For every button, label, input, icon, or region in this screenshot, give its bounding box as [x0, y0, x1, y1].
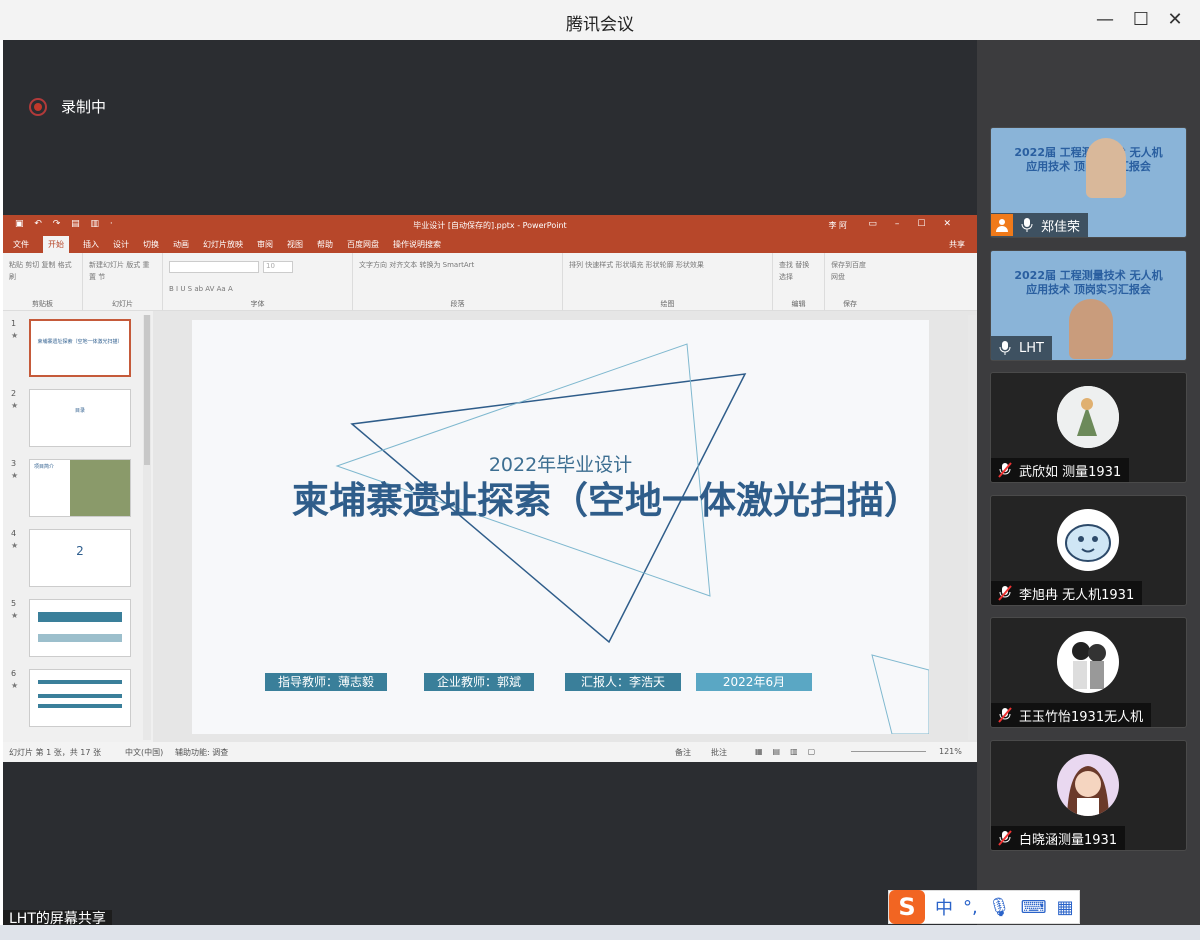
zoom-slider[interactable]	[851, 751, 926, 752]
view-buttons[interactable]: ▦▤▥▢	[755, 747, 825, 756]
menu-file[interactable]: 文件	[13, 239, 29, 250]
ppt-titlebar: ▣ ↶ ↷ ▤ ▥ · 毕业设计 [自动保存的].pptx - PowerPoi…	[3, 215, 977, 235]
ppt-workarea: 1 ★ 束埔寨遗址探索（空地一体激光扫描） 2 ★ 目录 3 ★ 项目简介 4 ★ 2 …	[3, 311, 977, 742]
ribbon-group-save[interactable]: 保存到百度网盘 保存	[825, 253, 875, 311]
muted-microphone-icon	[997, 585, 1013, 601]
screen-share-label[interactable]: LHT的屏幕共享	[3, 910, 112, 925]
ppt-menu-bar: 文件 开始 插入 设计 切换 动画 幻灯片放映 审阅 视图 帮助 百度网盘 操作…	[3, 235, 977, 253]
avatar	[1057, 386, 1119, 448]
menu-help[interactable]: 帮助	[317, 239, 333, 250]
avatar	[1057, 754, 1119, 816]
host-icon	[991, 214, 1013, 236]
slide-tag: 2022年6月	[696, 673, 812, 691]
notes-button[interactable]: 备注	[675, 747, 691, 758]
ribbon-group-drawing[interactable]: 排列 快速样式 形状填充 形状轮廓 形状效果 绘图	[563, 253, 773, 311]
muted-microphone-icon	[997, 830, 1013, 846]
slide-tag: 企业教师：郭斌	[424, 673, 534, 691]
powerpoint-window: ▣ ↶ ↷ ▤ ▥ · 毕业设计 [自动保存的].pptx - PowerPoi…	[3, 215, 977, 762]
participant-tile[interactable]: 2022届 工程测量技术 无人机应用技术 顶岗实习汇报会 郑佳荣	[990, 127, 1187, 238]
menu-view[interactable]: 视图	[287, 239, 303, 250]
window-titlebar: 腾讯会议 — ☐ ✕	[0, 0, 1200, 40]
participant-video	[1069, 299, 1113, 359]
participant-tile[interactable]: 李旭冉 无人机1931	[990, 495, 1187, 606]
participant-name: 王玉竹怡1931无人机	[1019, 709, 1144, 725]
avatar	[1057, 509, 1119, 571]
menu-animations[interactable]: 动画	[173, 239, 189, 250]
avatar	[1057, 631, 1119, 693]
zoom-level[interactable]: 121%	[939, 747, 962, 756]
microphone-icon	[1019, 217, 1035, 233]
slide-thumbnails: 1 ★ 束埔寨遗址探索（空地一体激光扫描） 2 ★ 目录 3 ★ 项目简介 4 ★ 2 …	[3, 311, 153, 742]
ppt-share-button[interactable]: 共享	[949, 239, 965, 250]
participant-tile[interactable]: 王玉竹怡1931无人机	[990, 617, 1187, 728]
participant-panel: 2022届 工程测量技术 无人机应用技术 顶岗实习汇报会 郑佳荣 2022届 工…	[977, 40, 1200, 925]
share-label: LHT的屏幕共享	[9, 911, 106, 925]
font-size-box[interactable]: 10	[263, 261, 293, 273]
slide-subtitle: 2022年毕业设计	[488, 454, 633, 476]
shared-screen-area: 录制中 ▣ ↶ ↷ ▤ ▥ · 毕业设计 [自动保存的].pptx - Powe…	[3, 40, 977, 925]
slide-tag: 指导教师：薄志毅	[265, 673, 387, 691]
muted-microphone-icon	[997, 462, 1013, 478]
taskbar	[0, 925, 1200, 940]
menu-insert[interactable]: 插入	[83, 239, 99, 250]
ppt-ribbon: 粘贴 剪切 复制 格式刷 剪贴板 新建幻灯片 版式 重置 节 幻灯片 10 B …	[3, 253, 977, 311]
apps-icon[interactable]: ▦	[1057, 897, 1074, 918]
participant-tile[interactable]: 武欣如 测量1931	[990, 372, 1187, 483]
comments-button[interactable]: 批注	[711, 747, 727, 758]
slide-count: 幻灯片 第 1 张，共 17 张	[9, 748, 101, 757]
ppt-status-bar: 幻灯片 第 1 张，共 17 张 中文(中国) 辅助功能: 调查 备注 批注 ▦…	[3, 742, 977, 762]
participant-name: LHT	[1019, 340, 1044, 356]
menu-baidu[interactable]: 百度网盘	[347, 239, 379, 250]
language-status[interactable]: 中文(中国)	[125, 747, 163, 758]
menu-search[interactable]: 操作说明搜索	[393, 239, 441, 250]
microphone-icon[interactable]: 🎙	[988, 897, 1011, 918]
participant-name: 郑佳荣	[1041, 219, 1081, 235]
slide-title: 柬埔寨遗址探索（空地一体激光扫描）	[292, 479, 921, 522]
recording-label: 录制中	[61, 98, 107, 116]
muted-microphone-icon	[997, 707, 1013, 723]
sogou-logo-icon: S	[889, 890, 925, 924]
ime-punct[interactable]: °,	[963, 897, 978, 918]
microphone-icon	[997, 340, 1013, 356]
slide-tag: 汇报人：李浩天	[565, 673, 681, 691]
participant-name: 武欣如 测量1931	[1019, 464, 1122, 480]
slide-scrollbar[interactable]	[968, 315, 976, 740]
menu-review[interactable]: 审阅	[257, 239, 273, 250]
close-button[interactable]: ✕	[1160, 8, 1190, 32]
menu-slideshow[interactable]: 幻灯片放映	[203, 239, 243, 250]
participant-tile[interactable]: 2022届 工程测量技术 无人机应用技术 顶岗实习汇报会 LHT	[990, 250, 1187, 361]
record-icon	[29, 97, 47, 116]
video-banner: 2022届 工程测量技术 无人机应用技术 顶岗实习汇报会	[1014, 269, 1163, 296]
current-slide[interactable]: 2022年毕业设计 柬埔寨遗址探索（空地一体激光扫描） 指导教师：薄志毅 企业教…	[192, 320, 929, 734]
ribbon-group-clipboard[interactable]: 粘贴 剪切 复制 格式刷 剪贴板	[3, 253, 83, 311]
ime-mode[interactable]: 中	[935, 894, 953, 920]
menu-design[interactable]: 设计	[113, 239, 129, 250]
ppt-user[interactable]: 李 阿	[828, 220, 847, 231]
maximize-button[interactable]: ☐	[1126, 8, 1156, 32]
menu-transitions[interactable]: 切换	[143, 239, 159, 250]
participant-video	[1086, 138, 1126, 198]
participant-tile[interactable]: 白晓涵测量1931	[990, 740, 1187, 851]
ribbon-group-slides[interactable]: 新建幻灯片 版式 重置 节 幻灯片	[83, 253, 163, 311]
keyboard-icon[interactable]: ⌨	[1021, 897, 1047, 918]
minimize-button[interactable]: —	[1090, 8, 1120, 32]
accessibility-status[interactable]: 辅助功能: 调查	[175, 747, 228, 758]
window-title: 腾讯会议	[566, 15, 634, 35]
font-name-box[interactable]	[169, 261, 259, 273]
triangle-decoration	[335, 343, 929, 734]
thumbnail-scrollbar[interactable]	[143, 315, 151, 740]
ribbon-group-paragraph[interactable]: 文字方向 对齐文本 转换为 SmartArt 段落	[353, 253, 563, 311]
ppt-window-controls[interactable]: ▭–☐✕	[868, 219, 969, 229]
participant-name: 白晓涵测量1931	[1019, 832, 1118, 848]
ime-toolbar[interactable]: S 中 °, 🎙 ⌨ ▦	[888, 890, 1080, 924]
menu-home[interactable]: 开始	[43, 235, 69, 253]
ribbon-group-editing[interactable]: 查找 替换 选择 编辑	[773, 253, 825, 311]
recording-indicator[interactable]: 录制中	[29, 96, 106, 117]
ribbon-group-font[interactable]: 10 B I U S ab AV Aa A 字体	[163, 253, 353, 311]
participant-name: 李旭冉 无人机1931	[1019, 587, 1135, 603]
